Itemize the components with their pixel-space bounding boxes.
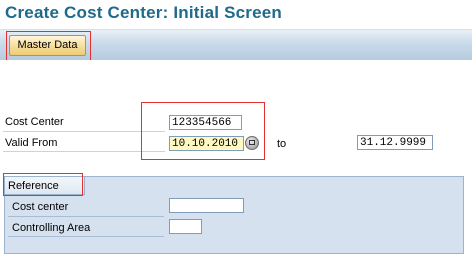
ref-controlling-area-input[interactable] — [169, 219, 202, 234]
page-title: Create Cost Center: Initial Screen — [5, 3, 282, 22]
to-label: to — [277, 138, 287, 150]
valid-from-label: Valid From — [5, 137, 58, 149]
entry-fields-highlight — [141, 102, 265, 160]
cost-center-label: Cost Center — [5, 116, 64, 128]
ref-controlling-area-underline — [8, 236, 164, 237]
ref-cost-center-input[interactable] — [169, 198, 244, 213]
ref-cost-center-underline — [8, 216, 164, 217]
ref-cost-center-label: Cost center — [12, 201, 69, 213]
reference-tab-highlight — [3, 173, 83, 196]
ref-controlling-area-label: Controlling Area — [12, 222, 91, 234]
master-data-highlight — [6, 31, 91, 63]
valid-to-input[interactable]: 31.12.9999 — [357, 135, 433, 150]
